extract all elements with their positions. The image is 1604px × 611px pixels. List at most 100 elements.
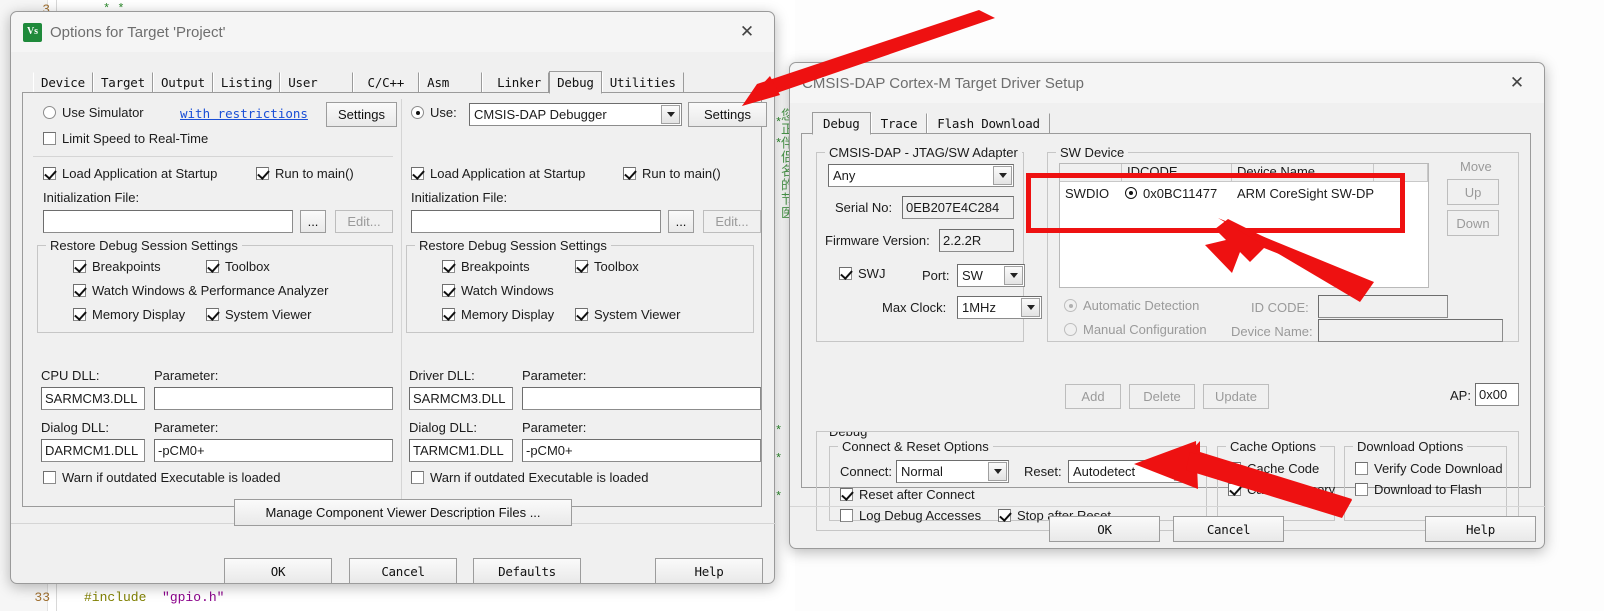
edit-button-right: Edit... — [703, 210, 761, 233]
driver-help-button[interactable]: Help — [1425, 516, 1536, 542]
use-simulator-radio[interactable]: Use Simulator — [43, 105, 144, 120]
download-options-group: Download Options Verify Code Download Do… — [1344, 439, 1507, 521]
close-icon[interactable]: ✕ — [1496, 66, 1538, 100]
dialog-dll-input[interactable]: DARMCM1.DLL — [41, 439, 145, 462]
debugger-settings-button[interactable]: Settings — [688, 102, 767, 127]
automatic-detection-label: Automatic Detection — [1083, 298, 1200, 313]
use-debugger-radio[interactable]: Use: — [411, 105, 457, 120]
connect-label: Connect: — [840, 464, 893, 479]
with-restrictions-link[interactable]: with restrictions — [180, 106, 308, 121]
sw-device-table[interactable]: IDCODE Device Name SWDIO 0x0BC11477 ARM … — [1059, 163, 1429, 288]
tab-user[interactable]: User — [280, 72, 353, 93]
tab-utilities[interactable]: Utilities — [601, 72, 684, 93]
toolbox-checkbox[interactable]: Toolbox — [206, 259, 270, 274]
breakpoints-checkbox[interactable]: Breakpoints — [73, 259, 161, 274]
tab-linker[interactable]: Linker — [482, 72, 550, 93]
driver-parameter-input[interactable] — [522, 387, 761, 410]
connect-select-value: Normal — [901, 464, 943, 479]
driver-dll-input[interactable]: SARMCM3.DLL — [409, 387, 513, 410]
initialization-file-input[interactable] — [43, 210, 293, 233]
tab-target[interactable]: Target — [92, 72, 153, 93]
max-clock-select[interactable]: 1MHz — [957, 296, 1042, 319]
watch-windows-checkbox-right[interactable]: Watch Windows — [442, 283, 554, 298]
chevron-down-icon[interactable] — [1174, 462, 1193, 481]
connect-select[interactable]: Normal — [896, 460, 1009, 483]
system-viewer-checkbox[interactable]: System Viewer — [206, 307, 311, 322]
memory-display-checkbox[interactable]: Memory Display — [73, 307, 185, 322]
chevron-down-icon[interactable] — [1004, 266, 1023, 285]
chevron-down-icon[interactable] — [993, 166, 1012, 185]
simulator-settings-button[interactable]: Settings — [326, 102, 397, 127]
run-to-main-checkbox[interactable]: Run to main() — [256, 166, 354, 181]
tab-flash-download[interactable]: Flash Download — [927, 113, 1050, 134]
dialog-parameter-input-right[interactable]: -pCM0+ — [522, 439, 761, 462]
system-viewer-checkbox-right[interactable]: System Viewer — [575, 307, 680, 322]
cpu-parameter-input[interactable] — [154, 387, 393, 410]
tab-cpp[interactable]: C/C++ — [352, 72, 420, 93]
driver-tab-strip: Debug Trace Flash Download — [801, 110, 1531, 135]
swj-checkbox[interactable]: SWJ — [839, 266, 885, 281]
breakpoints-checkbox-right[interactable]: Breakpoints — [442, 259, 530, 274]
chevron-down-icon[interactable] — [1021, 298, 1040, 317]
edit-button: Edit... — [335, 210, 393, 233]
tab-asm[interactable]: Asm — [419, 72, 483, 93]
run-to-main-checkbox-right[interactable]: Run to main() — [623, 166, 721, 181]
tab-trace[interactable]: Trace — [870, 113, 928, 134]
dialog-parameter-input[interactable]: -pCM0+ — [154, 439, 393, 462]
log-debug-accesses-checkbox[interactable]: Log Debug Accesses — [840, 508, 981, 523]
reset-select[interactable]: Autodetect — [1068, 460, 1195, 483]
defaults-button[interactable]: Defaults — [473, 558, 581, 584]
tab-listing[interactable]: Listing — [212, 72, 281, 93]
memory-display-label: Memory Display — [461, 307, 555, 322]
sw-device-group-title: SW Device — [1056, 145, 1129, 160]
editor-mark: * — [775, 452, 783, 466]
ap-input[interactable]: 0x00 — [1475, 383, 1519, 406]
manage-component-viewer-button[interactable]: Manage Component Viewer Description File… — [234, 499, 572, 526]
driver-ok-button[interactable]: OK — [1049, 516, 1160, 542]
ok-button[interactable]: OK — [224, 558, 332, 584]
tab-device[interactable]: Device — [33, 72, 93, 93]
warn-outdated-checkbox-right[interactable]: Warn if outdated Executable is loaded — [411, 470, 649, 485]
sw-device-group: SW Device IDCODE Device Name SWDIO 0x0BC… — [1047, 145, 1519, 342]
checkbox-icon — [1355, 483, 1368, 496]
table-row[interactable]: SWDIO 0x0BC11477 ARM CoreSight SW-DP — [1060, 182, 1428, 204]
chevron-down-icon[interactable] — [988, 462, 1007, 481]
watch-windows-checkbox[interactable]: Watch Windows & Performance Analyzer — [73, 283, 329, 298]
cache-memory-checkbox[interactable]: Cache Memory — [1228, 482, 1335, 497]
debugger-select[interactable]: CMSIS-DAP Debugger — [469, 103, 682, 126]
warn-outdated-checkbox-left[interactable]: Warn if outdated Executable is loaded — [43, 470, 281, 485]
checkbox-icon — [1228, 483, 1241, 496]
table-header-blank — [1374, 164, 1428, 181]
toolbox-label: Toolbox — [225, 259, 270, 274]
limit-speed-checkbox[interactable]: Limit Speed to Real-Time — [43, 131, 208, 146]
browse-button[interactable]: ... — [300, 210, 326, 233]
keil-logo-icon: Vs — [23, 22, 42, 42]
cpu-dll-input[interactable]: SARMCM3.DLL — [41, 387, 145, 410]
row-idcode-cell[interactable]: 0x0BC11477 — [1122, 186, 1232, 201]
tab-debug[interactable]: Debug — [812, 112, 871, 135]
download-to-flash-checkbox[interactable]: Download to Flash — [1355, 482, 1482, 497]
port-select[interactable]: SW — [957, 264, 1025, 287]
tab-output[interactable]: Output — [152, 72, 213, 93]
dialog-dll-input-right[interactable]: TARMCM1.DLL — [409, 439, 513, 462]
adapter-select[interactable]: Any — [828, 164, 1014, 187]
browse-button-right[interactable]: ... — [668, 210, 694, 233]
chevron-down-icon[interactable] — [661, 105, 680, 124]
load-application-checkbox[interactable]: Load Application at Startup — [43, 166, 217, 181]
help-button[interactable]: Help — [655, 558, 763, 584]
verify-code-download-checkbox[interactable]: Verify Code Download — [1355, 461, 1503, 476]
reset-after-connect-checkbox[interactable]: Reset after Connect — [840, 487, 975, 502]
load-application-checkbox-right[interactable]: Load Application at Startup — [411, 166, 585, 181]
cancel-button[interactable]: Cancel — [349, 558, 457, 584]
close-icon[interactable]: ✕ — [726, 15, 768, 49]
toolbox-checkbox-right[interactable]: Toolbox — [575, 259, 639, 274]
initialization-file-input-right[interactable] — [411, 210, 661, 233]
tab-debug[interactable]: Debug — [549, 71, 602, 94]
driver-cancel-button[interactable]: Cancel — [1173, 516, 1284, 542]
radio-selected-icon[interactable] — [1125, 187, 1137, 199]
column-divider — [401, 99, 402, 499]
code-string: "gpio.h" — [162, 590, 225, 605]
cache-code-checkbox[interactable]: Cache Code — [1228, 461, 1319, 476]
memory-display-checkbox-right[interactable]: Memory Display — [442, 307, 554, 322]
checkbox-icon — [998, 509, 1011, 522]
